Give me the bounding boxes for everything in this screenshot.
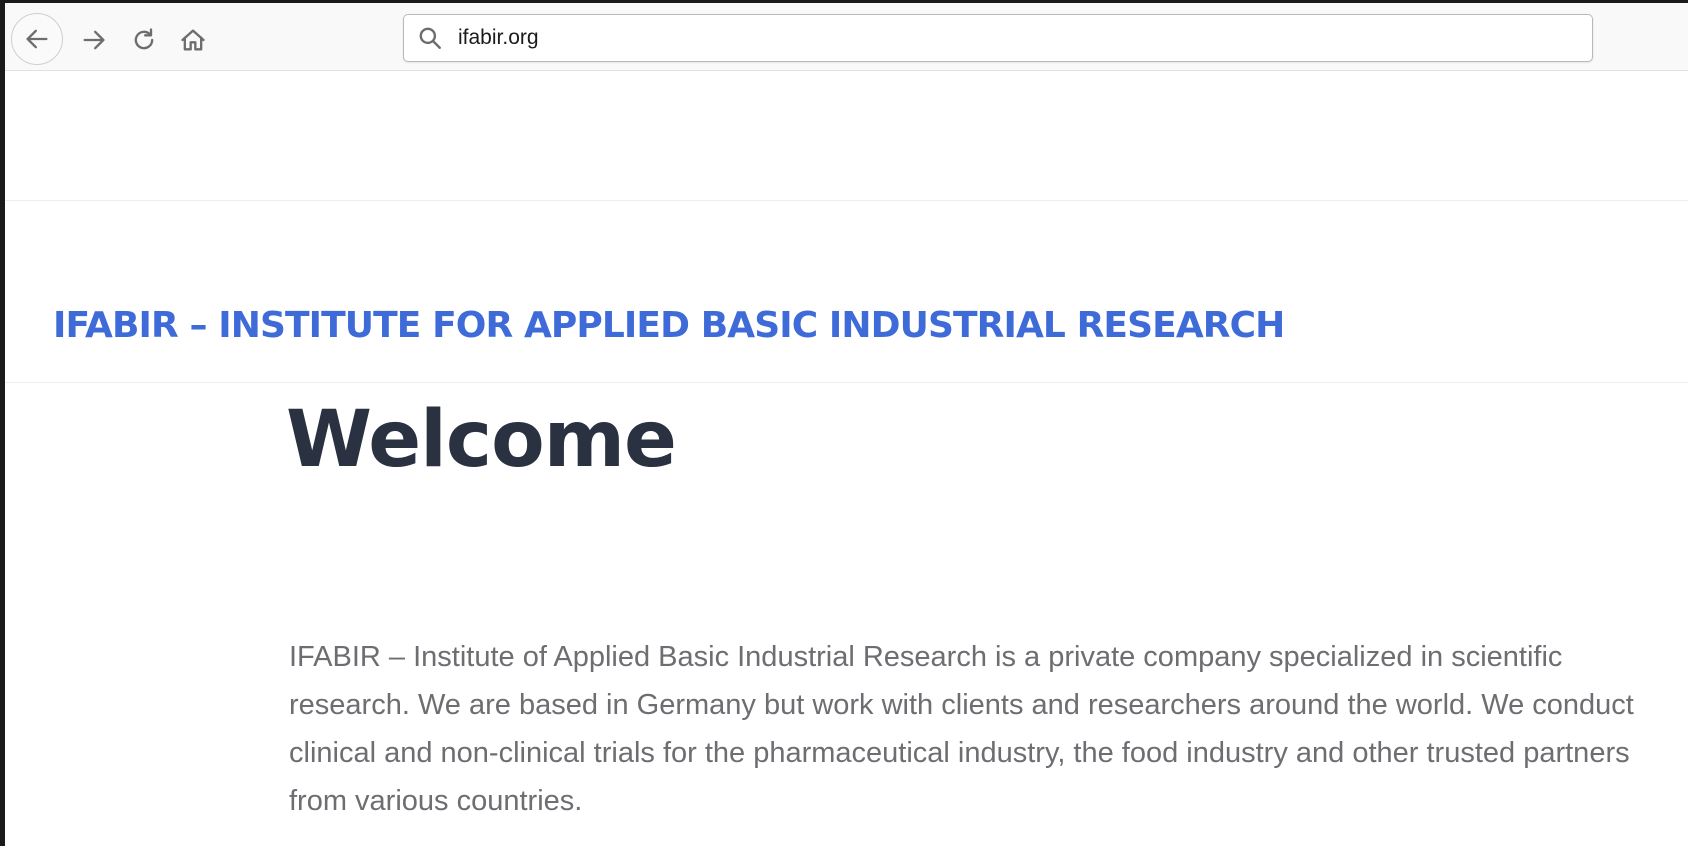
home-icon [181, 29, 205, 51]
browser-window: IFABIR – INSTITUTE FOR APPLIED BASIC IND… [0, 0, 1688, 846]
page-heading: Welcome [286, 395, 677, 485]
reload-button[interactable] [119, 15, 169, 65]
arrow-right-icon [83, 30, 105, 50]
site-title-link[interactable]: IFABIR – INSTITUTE FOR APPLIED BASIC IND… [53, 305, 1285, 346]
back-button[interactable] [11, 13, 63, 65]
url-input[interactable] [458, 26, 1558, 50]
site-header: IFABIR – INSTITUTE FOR APPLIED BASIC IND… [5, 202, 1688, 383]
address-bar[interactable] [403, 14, 1593, 62]
reload-icon [134, 28, 154, 50]
page-top-area [5, 72, 1688, 201]
forward-button[interactable] [69, 15, 119, 65]
arrow-left-icon [26, 29, 48, 49]
intro-paragraph: IFABIR – Institute of Applied Basic Indu… [289, 641, 1634, 817]
home-button[interactable] [168, 15, 218, 65]
search-icon [416, 24, 444, 52]
browser-toolbar [5, 3, 1688, 71]
